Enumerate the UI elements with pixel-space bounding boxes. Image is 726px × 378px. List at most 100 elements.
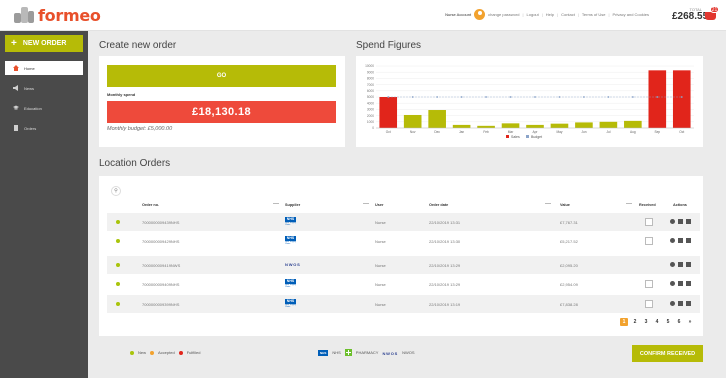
nhs-supply-chain-logo: NHS NHS Supply Chain — [285, 299, 296, 308]
order-number[interactable]: 7000000009419NWS — [142, 263, 180, 268]
sales-bar — [379, 97, 398, 128]
sales-bar — [501, 123, 520, 128]
page-link-5[interactable]: 5 — [664, 318, 672, 326]
total-value: £268.55 — [672, 11, 709, 22]
document-icon[interactable] — [686, 301, 691, 306]
column-header-order-date[interactable]: Order date — [429, 203, 448, 207]
change-password-link[interactable]: change password — [488, 12, 519, 17]
info-icon[interactable] — [670, 301, 675, 306]
go-button[interactable]: GO — [107, 65, 336, 87]
info-icon[interactable] — [670, 219, 675, 224]
order-value: £7,767.31 — [560, 220, 578, 225]
print-icon[interactable] — [678, 301, 683, 306]
info-icon[interactable] — [670, 238, 675, 243]
print-icon[interactable] — [678, 281, 683, 286]
account-name[interactable]: Nurse Account — [445, 12, 471, 17]
column-header-received: Received — [639, 203, 656, 207]
table-row[interactable]: 7000000009409NHS NHS NHS Supply Chain Nur… — [107, 275, 700, 293]
document-icon[interactable] — [686, 219, 691, 224]
sidebar-item-orders[interactable]: Orders — [5, 121, 83, 135]
x-tick-label: Apr — [533, 130, 539, 134]
document-icon[interactable] — [686, 262, 691, 267]
sidebar-item-news[interactable]: News — [5, 81, 83, 95]
column-header-supplier[interactable]: Supplier — [285, 203, 300, 207]
received-checkbox[interactable] — [645, 218, 653, 226]
table-row[interactable]: 7000000009429NHS NHS NHS Supply Chain Nur… — [107, 232, 700, 250]
contact-link[interactable]: Contact — [561, 12, 575, 17]
order-user: Nurse — [375, 239, 386, 244]
sort-icon[interactable] — [273, 203, 279, 204]
page-link-2[interactable]: 2 — [631, 318, 639, 326]
sales-bar — [452, 124, 471, 128]
y-tick-label: 4000 — [367, 101, 374, 105]
budget-point — [558, 96, 561, 98]
pharmacy-cross-icon — [344, 349, 352, 356]
column-header-user[interactable]: User — [375, 203, 383, 207]
y-tick-label: 10000 — [365, 64, 374, 68]
row-actions — [670, 262, 691, 267]
order-number[interactable]: 7000000009429NHS — [142, 239, 179, 244]
sort-icon[interactable] — [545, 203, 551, 204]
x-tick-label: Jan — [459, 130, 464, 134]
column-header-value[interactable]: Value — [560, 203, 570, 207]
print-icon[interactable] — [678, 219, 683, 224]
sales-bar — [550, 123, 569, 128]
x-tick-label: Jul — [606, 130, 610, 134]
basket-icon[interactable]: 21 — [704, 6, 719, 21]
order-number[interactable]: 7000000009409NHS — [142, 282, 179, 287]
print-icon[interactable] — [678, 238, 683, 243]
row-actions — [670, 219, 691, 224]
order-date: 22/10/2019 13:31 — [429, 220, 461, 225]
received-checkbox[interactable] — [645, 280, 653, 288]
page-link-1[interactable]: 1 — [620, 318, 628, 326]
avatar-icon[interactable] — [474, 9, 486, 20]
order-date: 22/10/2019 13:29 — [429, 282, 461, 287]
logo-mark-icon — [14, 7, 34, 23]
received-checkbox[interactable] — [645, 237, 653, 245]
print-icon[interactable] — [678, 262, 683, 267]
info-icon[interactable] — [670, 281, 675, 286]
order-number[interactable]: 7000000009399NHS — [142, 302, 179, 307]
y-tick-label: 0 — [372, 126, 374, 130]
info-icon[interactable] — [670, 262, 675, 267]
table-row[interactable]: 7000000009419NWS NWOS Nurse 22/10/2019 1… — [107, 256, 700, 274]
help-link[interactable]: Help — [546, 12, 554, 17]
table-row[interactable]: 7000000009439NHS NHS NHS Supply Chain Nur… — [107, 213, 700, 231]
row-actions — [670, 281, 691, 286]
sidebar-item-label: Education — [24, 105, 42, 111]
sort-icon[interactable] — [626, 203, 632, 204]
confirm-received-button[interactable]: CONFIRM RECEIVED — [632, 345, 703, 362]
plus-icon: + — [11, 37, 17, 49]
terms-link[interactable]: Terms of Use — [582, 12, 606, 17]
table-row[interactable]: 7000000009399NHS NHS NHS Supply Chain Nur… — [107, 295, 700, 313]
nhs-supply-chain-logo: NHS NHS Supply Chain — [285, 236, 296, 245]
budget-point — [656, 96, 659, 98]
next-pages-link[interactable]: » — [686, 318, 694, 326]
logout-link[interactable]: Logout — [527, 12, 539, 17]
document-icon[interactable] — [686, 238, 691, 243]
y-tick-label: 9000 — [367, 70, 374, 74]
new-order-button[interactable]: + NEW ORDER — [5, 35, 83, 52]
location-orders-title: Location Orders — [99, 158, 171, 169]
column-header-order-no[interactable]: Order no. — [142, 203, 159, 207]
page-link-3[interactable]: 3 — [642, 318, 650, 326]
formeo-logo[interactable]: formeo — [14, 5, 101, 25]
sidebar-item-education[interactable]: Education — [5, 101, 83, 115]
document-icon[interactable] — [686, 281, 691, 286]
page-link-4[interactable]: 4 — [653, 318, 661, 326]
y-tick-label: 7000 — [367, 83, 374, 87]
order-value: £5,217.52 — [560, 239, 578, 244]
y-tick-label: 5000 — [367, 95, 374, 99]
x-tick-label: Mar — [508, 130, 514, 134]
order-number[interactable]: 7000000009439NHS — [142, 220, 179, 225]
sort-icon[interactable] — [363, 203, 369, 204]
status-dot-new — [116, 282, 120, 286]
nav-separator: | — [522, 12, 524, 17]
page-link-6[interactable]: 6 — [675, 318, 683, 326]
sidebar-item-home[interactable]: Home — [5, 61, 83, 75]
received-checkbox[interactable] — [645, 300, 653, 308]
order-user: Nurse — [375, 220, 386, 225]
search-icon[interactable]: ⚲ — [111, 186, 121, 196]
privacy-link[interactable]: Privacy and Cookies — [613, 12, 649, 17]
order-user: Nurse — [375, 302, 386, 307]
